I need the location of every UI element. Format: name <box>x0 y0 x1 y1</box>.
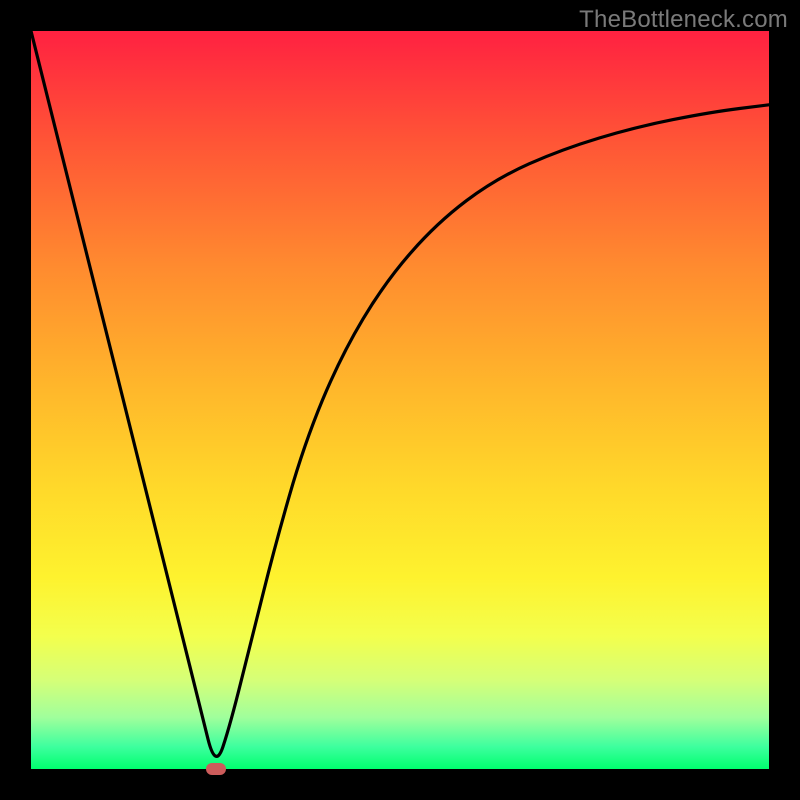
plot-area <box>31 31 769 769</box>
bottleneck-curve <box>31 31 769 769</box>
watermark-label: TheBottleneck.com <box>579 6 788 34</box>
chart-frame: TheBottleneck.com <box>0 0 800 800</box>
bottleneck-point-marker <box>206 763 226 775</box>
